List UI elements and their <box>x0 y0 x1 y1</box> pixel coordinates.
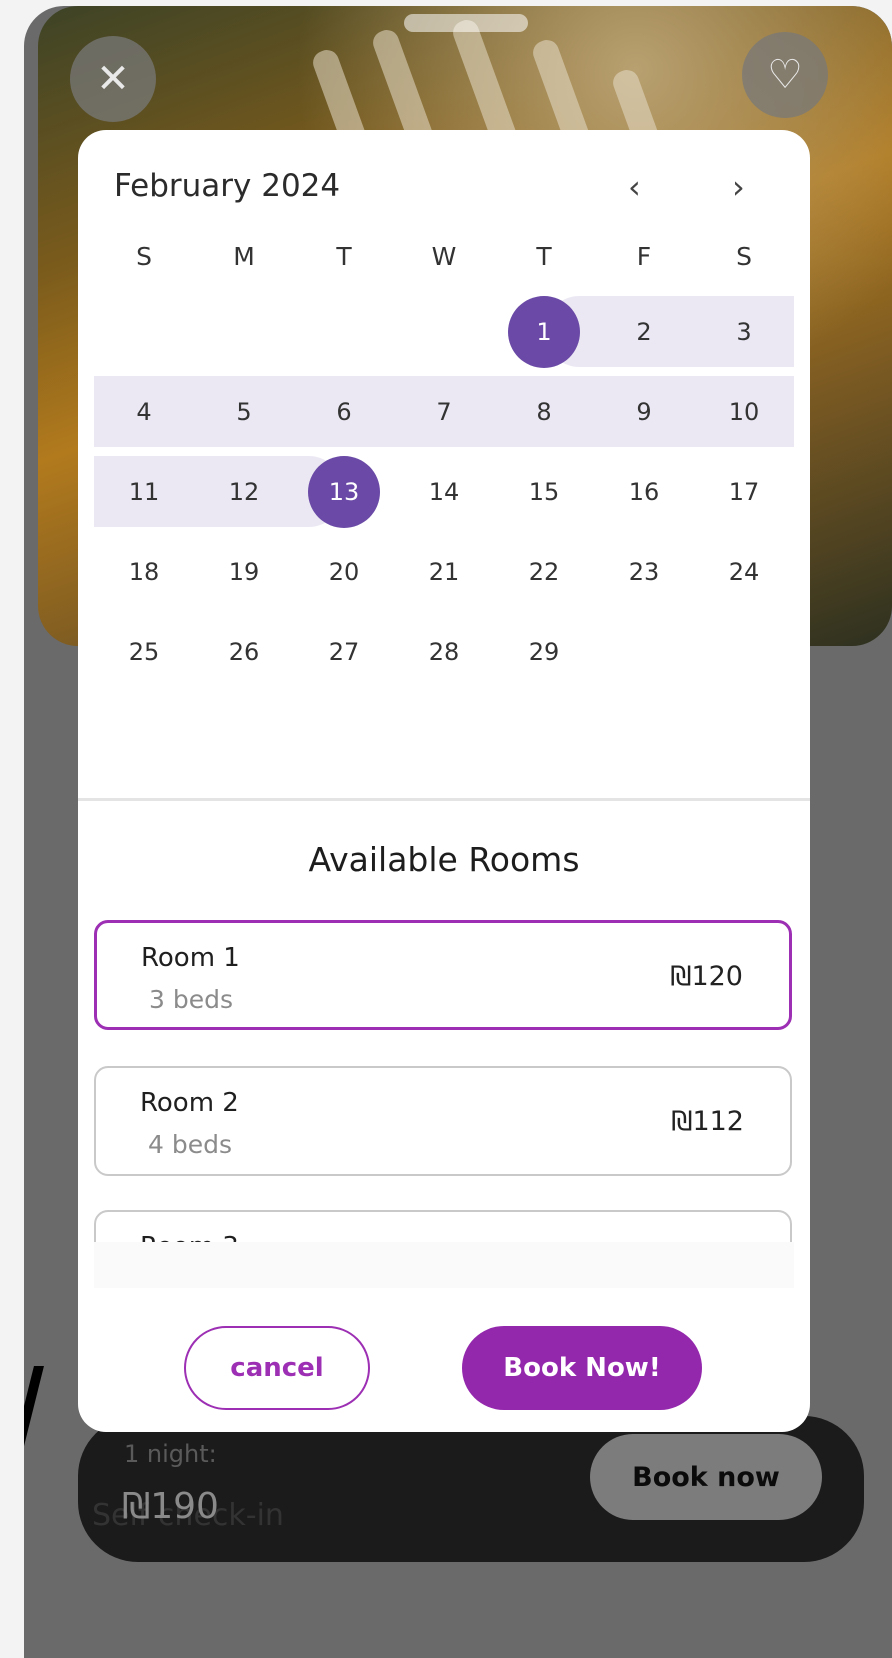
day-26[interactable]: 26 <box>194 616 294 687</box>
room-name: Room 2 <box>140 1088 239 1118</box>
day-1[interactable]: 1 <box>494 295 594 368</box>
day-19[interactable]: 19 <box>194 536 294 607</box>
night-price: ₪190 <box>122 1486 219 1527</box>
next-month-button[interactable]: › <box>732 168 745 206</box>
night-label: 1 night: <box>124 1440 217 1468</box>
weekday-sat: S <box>736 242 752 271</box>
book-now-button[interactable]: Book Now! <box>462 1326 702 1410</box>
month-label: February 2024 <box>114 168 341 204</box>
booking-dialog: February 2024 ‹ › S M T W T F S 1 2 3 4 … <box>78 130 810 1432</box>
room-beds: 4 beds <box>148 1130 232 1159</box>
day-15[interactable]: 15 <box>494 456 594 527</box>
weekday-mon: M <box>233 242 255 271</box>
close-button[interactable]: ✕ <box>70 36 156 122</box>
day-10[interactable]: 10 <box>694 376 794 447</box>
room-beds: 3 beds <box>149 985 233 1014</box>
day-22[interactable]: 22 <box>494 536 594 607</box>
list-fade <box>94 1242 794 1288</box>
day-4[interactable]: 4 <box>94 376 194 447</box>
decoration <box>24 1366 44 1446</box>
day-17[interactable]: 17 <box>694 456 794 527</box>
room-name: Room 3 <box>140 1232 239 1242</box>
rooms-title: Available Rooms <box>308 840 580 879</box>
room-price: ₪112 <box>671 1106 744 1137</box>
room-name: Room 1 <box>141 943 240 973</box>
heart-icon: ♡ <box>767 52 803 98</box>
day-20[interactable]: 20 <box>294 536 394 607</box>
prev-month-button[interactable]: ‹ <box>628 168 641 206</box>
day-18[interactable]: 18 <box>94 536 194 607</box>
day-8[interactable]: 8 <box>494 376 594 447</box>
weekday-thu: T <box>536 242 552 271</box>
day-27[interactable]: 27 <box>294 616 394 687</box>
day-11[interactable]: 11 <box>94 456 194 527</box>
booking-bar: 1 night: Self check-in ₪190 Book now <box>78 1416 864 1562</box>
day-23[interactable]: 23 <box>594 536 694 607</box>
weekday-wed: W <box>431 242 457 271</box>
day-25[interactable]: 25 <box>94 616 194 687</box>
day-7[interactable]: 7 <box>394 376 494 447</box>
day-9[interactable]: 9 <box>594 376 694 447</box>
day-5[interactable]: 5 <box>194 376 294 447</box>
day-2[interactable]: 2 <box>594 296 694 367</box>
section-divider <box>78 798 810 801</box>
sheet-grabber[interactable] <box>404 14 528 32</box>
day-28[interactable]: 28 <box>394 616 494 687</box>
day-6[interactable]: 6 <box>294 376 394 447</box>
chevron-right-icon: › <box>732 168 745 206</box>
chevron-left-icon: ‹ <box>628 168 641 206</box>
rooms-list[interactable]: Room 1 3 beds ₪120 Room 2 4 beds ₪112 Ro… <box>78 910 810 1242</box>
favorite-button[interactable]: ♡ <box>742 32 828 118</box>
day-24[interactable]: 24 <box>694 536 794 607</box>
day-16[interactable]: 16 <box>594 456 694 527</box>
day-13[interactable]: 13 <box>294 455 394 528</box>
weekday-sun: S <box>136 242 152 271</box>
day-14[interactable]: 14 <box>394 456 494 527</box>
book-now-button-background[interactable]: Book now <box>590 1434 822 1520</box>
cancel-button[interactable]: cancel <box>184 1326 370 1410</box>
weekday-fri: F <box>636 242 652 271</box>
room-price: ₪120 <box>670 961 743 992</box>
day-29[interactable]: 29 <box>494 616 594 687</box>
weekday-tue: T <box>336 242 352 271</box>
room-card-1[interactable]: Room 1 3 beds ₪120 <box>94 920 792 1030</box>
day-3[interactable]: 3 <box>694 296 794 367</box>
day-12[interactable]: 12 <box>194 456 294 527</box>
room-card-2[interactable]: Room 2 4 beds ₪112 <box>94 1066 792 1176</box>
close-icon: ✕ <box>96 56 130 102</box>
day-21[interactable]: 21 <box>394 536 494 607</box>
room-card-3[interactable]: Room 3 <box>94 1210 792 1242</box>
